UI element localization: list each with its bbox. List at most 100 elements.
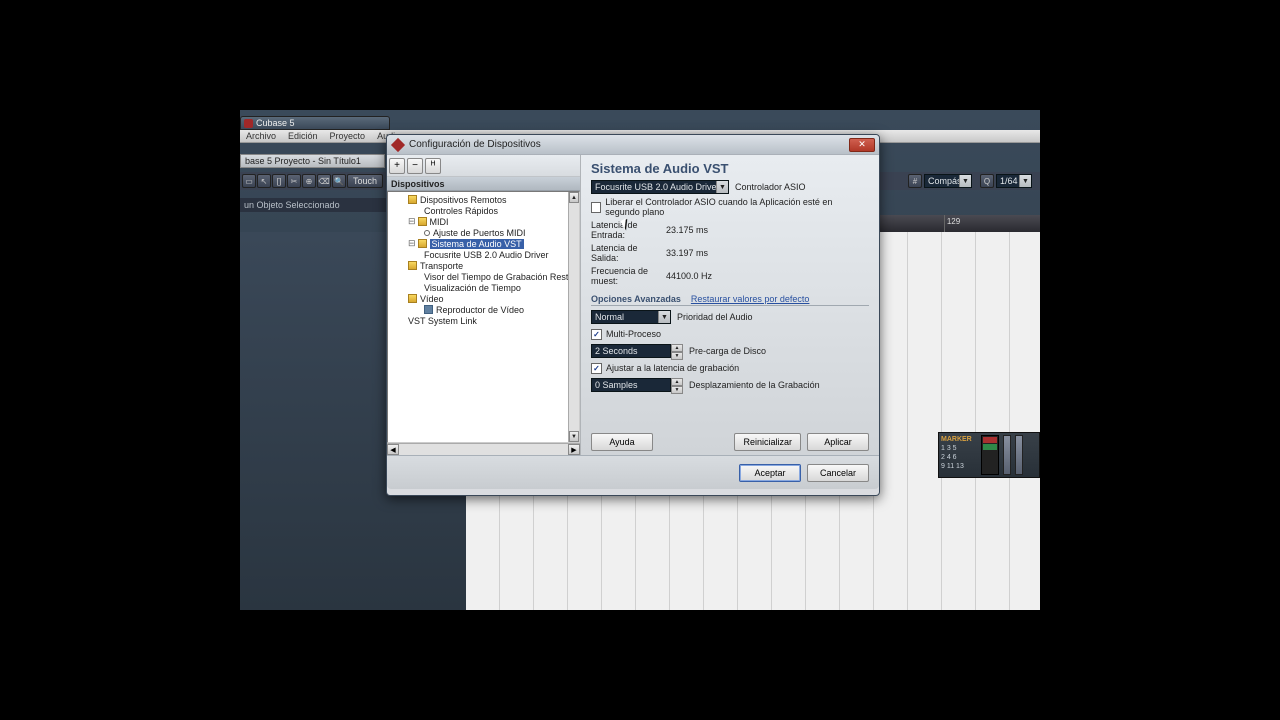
folder-icon	[408, 261, 417, 270]
record-offset-label: Desplazamiento de la Grabación	[689, 380, 820, 390]
scroll-right-button[interactable]: ▶	[568, 444, 580, 455]
spin-up-icon[interactable]: ▲	[671, 344, 683, 352]
record-offset-field[interactable]: 0 Samples	[591, 378, 671, 392]
output-latency-value: 33.197 ms	[666, 248, 708, 258]
disk-preload-label: Pre-carga de Disco	[689, 346, 766, 356]
tool-touch-mode[interactable]: Touch	[347, 174, 383, 188]
device-icon	[424, 305, 433, 314]
master-fader[interactable]	[1003, 435, 1011, 475]
marker-row[interactable]: 9 11 13	[941, 462, 977, 471]
tool-btn-range[interactable]: []	[272, 174, 286, 188]
reset-button[interactable]: Reinicializar	[734, 433, 801, 451]
grid-value: 1/64	[1000, 176, 1018, 186]
folder-icon	[408, 195, 417, 204]
level-meter	[981, 435, 999, 475]
reset-device-button[interactable]: ᴴ	[425, 158, 441, 174]
asio-driver-dropdown[interactable]: Focusrite USB 2.0 Audio Driver ▼	[591, 180, 729, 194]
tool-btn-arrow[interactable]: ↖	[257, 174, 271, 188]
tree-item[interactable]: Controles Rápidos	[388, 205, 579, 216]
folder-icon	[418, 239, 427, 248]
expand-icon[interactable]	[408, 238, 418, 249]
audio-priority-dropdown[interactable]: Normal ▼	[591, 310, 671, 324]
tree-item-label: Dispositivos Remotos	[420, 195, 507, 205]
tree-item-label: Reproductor de Vídeo	[436, 305, 524, 315]
folder-icon	[418, 217, 427, 226]
marker-row[interactable]: 1 3 5	[941, 444, 977, 453]
adjust-latency-checkbox[interactable]	[591, 363, 602, 374]
help-button[interactable]: Ayuda	[591, 433, 653, 451]
tree-item[interactable]: Vídeo	[388, 293, 579, 304]
tree-item[interactable]: Focusrite USB 2.0 Audio Driver	[388, 249, 579, 260]
folder-icon	[408, 294, 417, 303]
tree-item[interactable]: Transporte	[388, 260, 579, 271]
scroll-up-button[interactable]: ▲	[569, 192, 579, 203]
app-title: Cubase 5	[256, 118, 295, 128]
multiprocess-label: Multi-Proceso	[606, 329, 661, 339]
disk-preload-spinner[interactable]: ▲ ▼	[671, 344, 683, 358]
device-setup-dialog: Configuración de Dispositivos ✕ + − ᴴ Di…	[386, 134, 880, 496]
sample-rate-value: 44100.0 Hz	[666, 271, 712, 281]
tree-item[interactable]: Reproductor de Vídeo	[388, 304, 579, 315]
tree-item[interactable]: Visualización de Tiempo	[388, 282, 579, 293]
snap-toggle[interactable]: #	[908, 174, 922, 188]
close-button[interactable]: ✕	[849, 138, 875, 152]
tree-item[interactable]: Dispositivos Remotos	[388, 194, 579, 205]
device-tree-panel: + − ᴴ Dispositivos Dispositivos RemotosC…	[387, 155, 581, 455]
tree-item[interactable]: Sistema de Audio VST	[388, 238, 579, 249]
master-fader-2[interactable]	[1015, 435, 1023, 475]
tree-item-label: Ajuste de Puertos MIDI	[433, 228, 526, 238]
dialog-icon	[391, 137, 405, 151]
tree-item[interactable]: Visor del Tiempo de Grabación Restante	[388, 271, 579, 282]
device-tree[interactable]: Dispositivos RemotosControles RápidosMID…	[387, 191, 580, 443]
menu-edicion[interactable]: Edición	[282, 131, 324, 141]
tree-scrollbar[interactable]: ▲ ▼	[568, 192, 579, 442]
adjust-latency-label: Ajustar a la latencia de grabación	[606, 363, 739, 373]
tree-item[interactable]: VST System Link	[388, 315, 579, 326]
asio-driver-label: Controlador ASIO	[735, 182, 806, 192]
input-latency-value: 23.175 ms	[666, 225, 708, 235]
grid-value-dropdown[interactable]: 1/64 ▼	[996, 174, 1032, 188]
dialog-title-bar[interactable]: Configuración de Dispositivos ✕	[387, 135, 879, 155]
device-settings-panel: Sistema de Audio VST Focusrite USB 2.0 A…	[581, 155, 879, 455]
remove-device-button[interactable]: −	[407, 158, 423, 174]
app-logo-icon	[244, 119, 253, 128]
snap-mode-dropdown[interactable]: Compás ▼	[924, 174, 972, 188]
tree-item[interactable]: MIDI	[388, 216, 579, 227]
menu-proyecto[interactable]: Proyecto	[324, 131, 372, 141]
tree-item-label: Vídeo	[420, 294, 444, 304]
audio-priority-label: Prioridad del Audio	[677, 312, 753, 322]
expand-icon[interactable]	[408, 216, 418, 227]
cancel-button[interactable]: Cancelar	[807, 464, 869, 482]
menu-archivo[interactable]: Archivo	[240, 131, 282, 141]
apply-button[interactable]: Aplicar	[807, 433, 869, 451]
tool-btn-erase[interactable]: ⌫	[317, 174, 331, 188]
tree-item-label: Visualización de Tiempo	[424, 283, 521, 293]
tool-btn-split[interactable]: ✂	[287, 174, 301, 188]
scroll-left-button[interactable]: ◀	[387, 444, 399, 455]
quantize-toggle[interactable]: Q	[980, 174, 994, 188]
scroll-down-button[interactable]: ▼	[569, 431, 579, 442]
marker-row[interactable]: 2 4 6	[941, 453, 977, 462]
tree-item-label: Focusrite USB 2.0 Audio Driver	[424, 250, 549, 260]
ruler-mark: 129	[944, 215, 1040, 232]
release-asio-checkbox[interactable]	[591, 202, 601, 213]
restore-defaults-link[interactable]: Restaurar valores por defecto	[691, 294, 810, 304]
tree-h-scrollbar[interactable]: ◀ ▶	[387, 443, 580, 455]
spin-down-icon[interactable]: ▼	[671, 352, 683, 360]
tool-btn-zoom[interactable]: 🔍	[332, 174, 346, 188]
tree-item[interactable]: Ajuste de Puertos MIDI	[388, 227, 579, 238]
tool-btn-1[interactable]: ▭	[242, 174, 256, 188]
release-asio-label: Liberar el Controlador ASIO cuando la Ap…	[605, 197, 869, 217]
ok-button[interactable]: Aceptar	[739, 464, 801, 482]
spin-down-icon[interactable]: ▼	[671, 386, 683, 394]
disk-preload-field[interactable]: 2 Seconds	[591, 344, 671, 358]
tree-item-label: Visor del Tiempo de Grabación Restante	[424, 272, 580, 282]
record-offset-spinner[interactable]: ▲ ▼	[671, 378, 683, 392]
tool-btn-glue[interactable]: ⊕	[302, 174, 316, 188]
spin-up-icon[interactable]: ▲	[671, 378, 683, 386]
dialog-title: Configuración de Dispositivos	[409, 139, 541, 150]
add-device-button[interactable]: +	[389, 158, 405, 174]
multiprocess-checkbox[interactable]	[591, 329, 602, 340]
advanced-options-header: Opciones Avanzadas	[591, 294, 681, 304]
tree-item-label: Transporte	[420, 261, 463, 271]
